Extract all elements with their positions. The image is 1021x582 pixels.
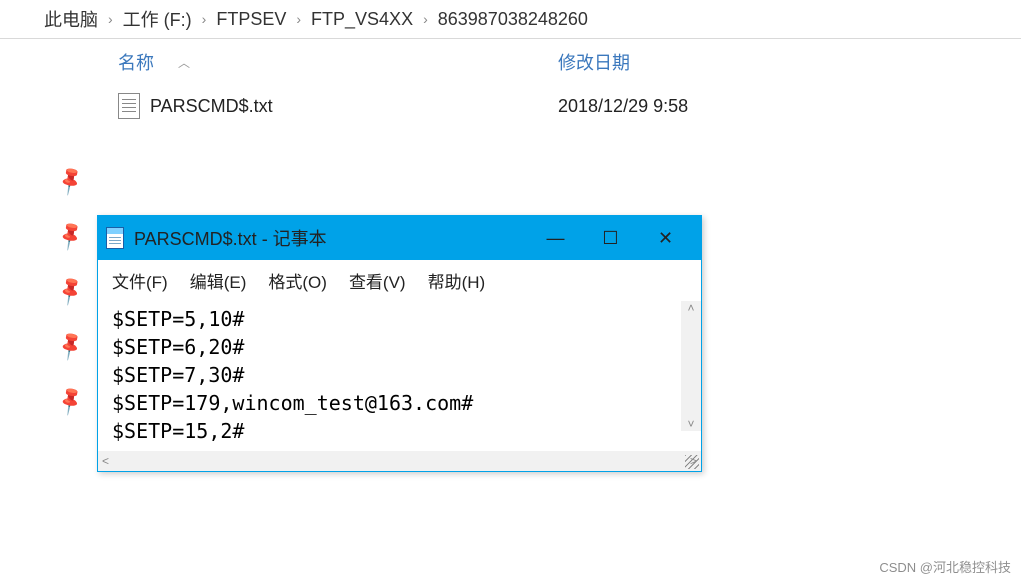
horizontal-scrollbar[interactable]: ˂ ˃ bbox=[98, 451, 701, 471]
crumb-this-pc[interactable]: 此电脑 bbox=[40, 6, 102, 32]
window-title: PARSCMD$.txt - 记事本 bbox=[134, 225, 327, 251]
close-button[interactable]: ✕ bbox=[638, 216, 693, 260]
breadcrumb: 此电脑 › 工作 (F:) › FTPSEV › FTP_VS4XX › 863… bbox=[0, 0, 1021, 39]
maximize-button[interactable]: ☐ bbox=[583, 216, 638, 260]
file-name: PARSCMD$.txt bbox=[150, 96, 273, 117]
notepad-window: PARSCMD$.txt - 记事本 — ☐ ✕ 文件(F) 编辑(E) 格式(… bbox=[97, 215, 702, 472]
column-headers: 名称 ︿ 修改日期 bbox=[0, 39, 1021, 85]
file-row[interactable]: PARSCMD$.txt 2018/12/29 9:58 bbox=[0, 85, 1021, 127]
minimize-button[interactable]: — bbox=[528, 216, 583, 260]
file-modified: 2018/12/29 9:58 bbox=[558, 96, 838, 117]
menu-bar: 文件(F) 编辑(E) 格式(O) 查看(V) 帮助(H) bbox=[98, 260, 701, 301]
editor-content[interactable]: $SETP=5,10# $SETP=6,20# $SETP=7,30# $SET… bbox=[98, 301, 701, 451]
scroll-down-icon[interactable]: ˅ bbox=[687, 417, 694, 431]
crumb-ftp-vs4xx[interactable]: FTP_VS4XX bbox=[307, 9, 417, 30]
pin-icon[interactable]: 📌 bbox=[53, 218, 88, 253]
menu-edit[interactable]: 编辑(E) bbox=[190, 268, 247, 293]
crumb-drive[interactable]: 工作 (F:) bbox=[119, 6, 196, 32]
chevron-right-icon: › bbox=[196, 11, 213, 27]
header-name[interactable]: 名称 ︿ bbox=[118, 49, 558, 75]
pin-icon[interactable]: 📌 bbox=[53, 383, 88, 418]
titlebar[interactable]: PARSCMD$.txt - 记事本 — ☐ ✕ bbox=[98, 216, 701, 260]
chevron-right-icon: › bbox=[417, 11, 434, 27]
resize-grip-icon[interactable] bbox=[685, 455, 699, 469]
chevron-right-icon: › bbox=[290, 11, 307, 27]
watermark: CSDN @河北稳控科技 bbox=[879, 557, 1011, 576]
menu-view[interactable]: 查看(V) bbox=[349, 268, 406, 293]
pin-icon[interactable]: 📌 bbox=[53, 273, 88, 308]
scroll-up-icon[interactable]: ˄ bbox=[687, 301, 694, 315]
sort-asc-icon: ︿ bbox=[178, 54, 190, 71]
crumb-ftpsev[interactable]: FTPSEV bbox=[212, 9, 290, 30]
pin-icon[interactable]: 📌 bbox=[53, 328, 88, 363]
notepad-icon bbox=[106, 227, 124, 249]
menu-help[interactable]: 帮助(H) bbox=[428, 268, 486, 293]
scroll-left-icon[interactable]: ˂ bbox=[102, 454, 109, 468]
vertical-scrollbar[interactable]: ˄ ˅ bbox=[681, 301, 701, 431]
menu-file[interactable]: 文件(F) bbox=[112, 268, 168, 293]
text-file-icon bbox=[118, 93, 140, 119]
quick-access-pins: 📌 📌 📌 📌 📌 bbox=[58, 168, 83, 413]
crumb-folder[interactable]: 863987038248260 bbox=[434, 9, 592, 30]
header-modified[interactable]: 修改日期 bbox=[558, 49, 838, 75]
header-name-label: 名称 bbox=[118, 49, 154, 75]
chevron-right-icon: › bbox=[102, 11, 119, 27]
menu-format[interactable]: 格式(O) bbox=[268, 268, 327, 293]
pin-icon[interactable]: 📌 bbox=[53, 163, 88, 198]
